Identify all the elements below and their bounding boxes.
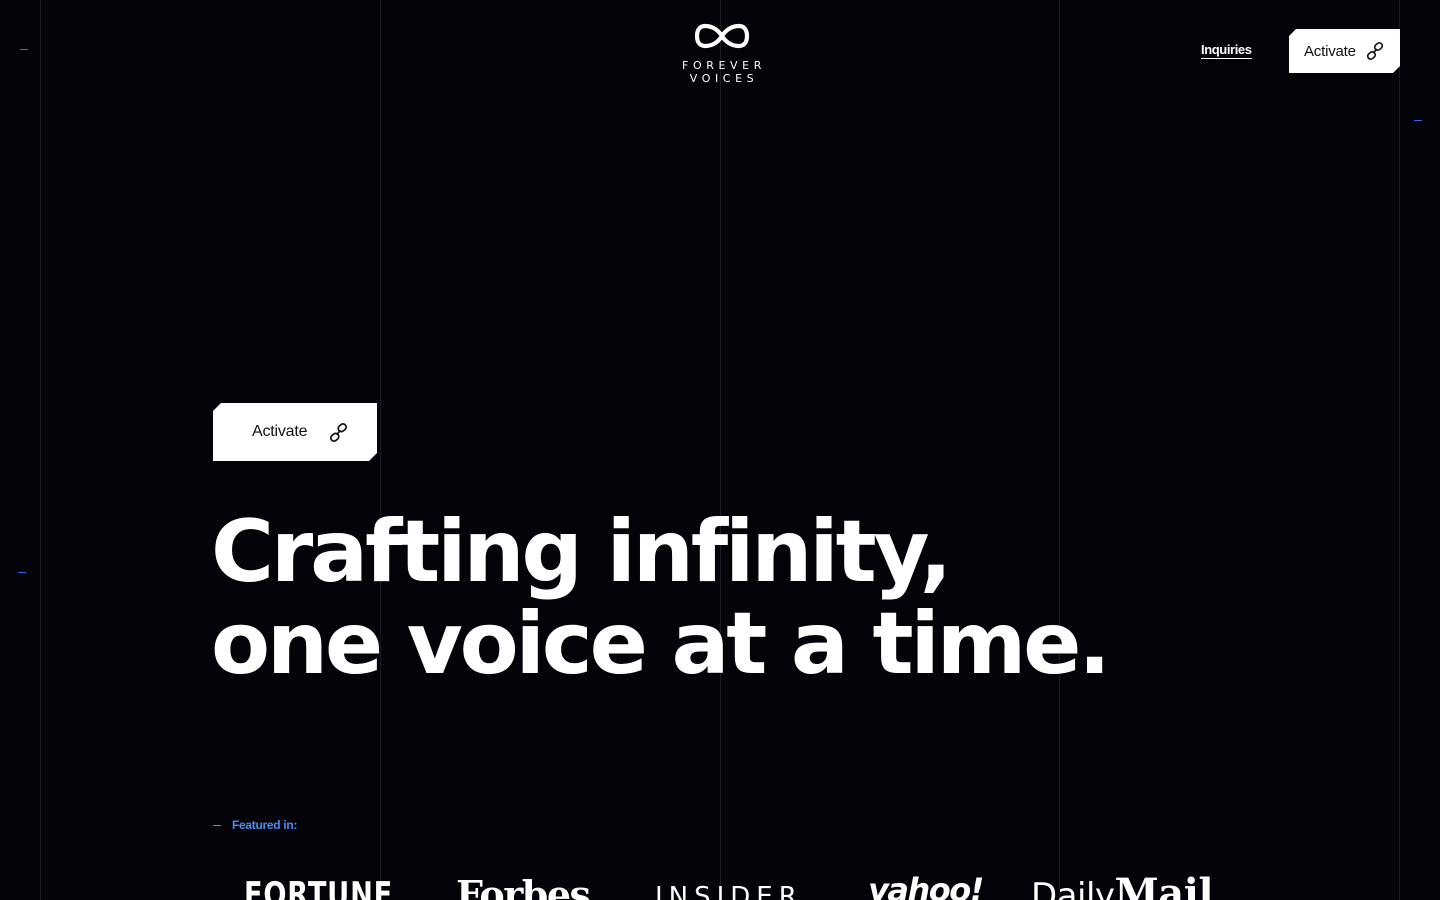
activate-button-hero[interactable]: Activate [213, 403, 377, 461]
landing-page: FOREVER VOICES Inquiries Activate Activa… [0, 0, 1440, 900]
featured-dash [213, 824, 221, 826]
infinity-icon [694, 23, 750, 49]
grid-line [40, 0, 41, 900]
activate-button-header[interactable]: Activate [1289, 29, 1400, 73]
brand-name-line1: FOREVER [682, 59, 766, 72]
featured-label-text: Featured in: [232, 818, 298, 832]
fortune-logo: FORTUNE [244, 875, 394, 900]
forbes-logo: Forbes [456, 872, 591, 900]
brand-logo[interactable]: FOREVER VOICES [670, 22, 774, 85]
dailymail-logo-part1: Daily [1031, 876, 1115, 900]
hero-headline: Crafting infinity, one voice at a time. [211, 506, 1111, 690]
yahoo-logo: yahoo! [868, 871, 984, 900]
headline-line-2: one voice at a time. [211, 594, 1111, 694]
activate-button-label: Activate [1304, 42, 1356, 60]
brand-name-line2: VOICES [689, 72, 759, 85]
dailymail-logo-part2: Mail [1114, 870, 1214, 900]
link-chain-icon [1366, 42, 1384, 60]
inquiries-link[interactable]: Inquiries [1201, 42, 1252, 59]
side-tick [20, 49, 28, 50]
activate-button-label: Activate [252, 423, 308, 440]
link-chain-icon [329, 423, 348, 442]
headline-line-1: Crafting infinity, [211, 502, 952, 602]
side-tick [1414, 120, 1422, 121]
insider-logo: INSIDER [655, 882, 803, 900]
grid-line [380, 0, 381, 900]
grid-line [720, 0, 721, 900]
grid-line [1399, 0, 1400, 900]
featured-in-label: Featured in: [213, 818, 297, 832]
side-tick [18, 572, 26, 573]
dailymail-logo: DailyMail [1031, 874, 1214, 900]
grid-line [1059, 0, 1060, 900]
